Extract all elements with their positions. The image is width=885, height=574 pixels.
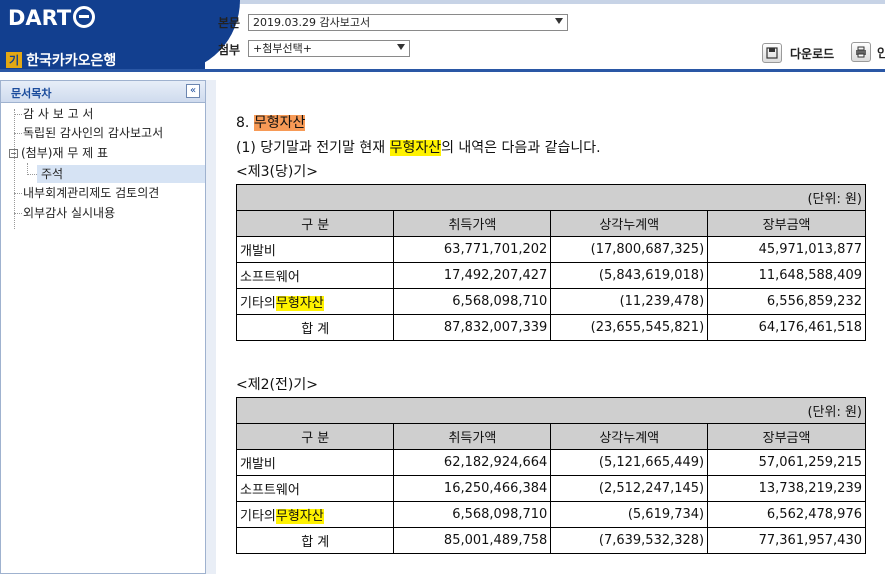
- search-highlight: 무형자산: [275, 296, 324, 311]
- toc-header: 문서목차 «: [1, 81, 205, 103]
- table-cell: 62,182,924,664: [393, 449, 552, 476]
- table-cell: 6,556,859,232: [707, 288, 866, 315]
- dart-logo-icon: [73, 6, 96, 28]
- row-label: 소프트웨어: [235, 475, 395, 502]
- table-cell: (5,121,665,449): [550, 449, 709, 476]
- table-row: 기타의무형자산 6,568,098,710 (5,619,734) 6,562,…: [235, 501, 866, 528]
- intangible-assets-table-prior: (단위: 원) 구 분 취득가액 상각누계액 장부금액 개발비 62,182,9…: [235, 397, 866, 554]
- print-button[interactable]: 인: [851, 42, 885, 62]
- chevron-down-icon: [397, 44, 405, 50]
- total-row: 합 계 87,832,007,339 (23,655,545,821) 64,1…: [235, 314, 866, 341]
- table-cell: 64,176,461,518: [707, 314, 866, 341]
- toc-title: 문서목차: [11, 87, 52, 100]
- table-cell: (11,239,478): [550, 288, 709, 315]
- table-cell: 13,738,219,239: [707, 475, 866, 502]
- table-row: 소프트웨어 16,250,466,384 (2,512,247,145) 13,…: [235, 475, 866, 502]
- toc-item-independent-auditor-report[interactable]: 독립된 감사인의 감사보고서: [23, 124, 163, 142]
- row-label: 기타의무형자산: [235, 501, 395, 528]
- row-label: 개발비: [235, 449, 395, 476]
- table-row: 개발비 62,182,924,664 (5,121,665,449) 57,06…: [235, 449, 866, 476]
- table-cell: (23,655,545,821): [550, 314, 709, 341]
- collapse-tree-icon[interactable]: −: [9, 149, 18, 158]
- table-cell: (2,512,247,145): [550, 475, 709, 502]
- toc-item-internal-control-review[interactable]: 내부회계관리제도 검토의견: [23, 184, 159, 202]
- attach-select[interactable]: +첨부선택+: [248, 40, 410, 57]
- download-label: 다운로드: [790, 46, 835, 61]
- column-header: 장부금액: [707, 423, 866, 450]
- intro-paragraph: (1) 당기말과 전기말 현재 무형자산의 내역은 다음과 같습니다.: [236, 140, 601, 156]
- table-cell: 11,648,588,409: [707, 262, 866, 289]
- company-tag: 기: [6, 52, 23, 68]
- search-highlight: 무형자산: [389, 140, 442, 156]
- column-header: 상각누계액: [550, 423, 709, 450]
- table-row: 기타의무형자산 6,568,098,710 (11,239,478) 6,556…: [235, 288, 866, 315]
- dart-logo[interactable]: DART: [8, 6, 96, 30]
- toc-item-external-audit[interactable]: 외부감사 실시내용: [23, 204, 115, 222]
- table-cell: (17,800,687,325): [550, 236, 709, 263]
- header: DART 기 한국카카오은행 본문 2019.03.29 감사보고서 첨부 +첨부…: [0, 0, 885, 72]
- section-heading: 8. 무형자산: [236, 115, 306, 131]
- section-title-highlight: 무형자산: [253, 115, 306, 131]
- table-cell: 17,492,207,427: [393, 262, 552, 289]
- toc-sidebar: 문서목차 « 감 사 보 고 서 독립된 감사인의 감사보고서 − (첨부)재 무…: [0, 80, 206, 574]
- print-icon: [851, 42, 871, 62]
- table-cell: 6,562,478,976: [707, 501, 866, 528]
- table-cell: 6,568,098,710: [393, 288, 552, 315]
- table-cell: (5,619,734): [550, 501, 709, 528]
- download-icon: [762, 43, 782, 63]
- column-header: 취득가액: [393, 210, 552, 237]
- column-header: 취득가액: [393, 423, 552, 450]
- unit-label: (단위: 원): [236, 397, 866, 424]
- attach-label: 첨부: [218, 43, 241, 57]
- unit-label: (단위: 원): [236, 184, 866, 211]
- intangible-assets-table-current: (단위: 원) 구 분 취득가액 상각누계액 장부금액 개발비 63,771,7…: [235, 184, 866, 341]
- table-title-prior: <제2(전)기>: [236, 377, 318, 393]
- row-label: 기타의무형자산: [235, 288, 395, 315]
- table-cell: 16,250,466,384: [393, 475, 552, 502]
- main-doc-label: 본문: [218, 16, 241, 30]
- header-top-line: [205, 0, 885, 4]
- company-name: 기 한국카카오은행: [6, 50, 116, 70]
- header-bottom-line: [0, 69, 885, 72]
- table-cell: 77,361,957,430: [707, 527, 866, 554]
- chevron-down-icon: [555, 18, 563, 24]
- search-highlight: 무형자산: [275, 509, 324, 524]
- table-cell: 63,771,701,202: [393, 236, 552, 263]
- row-label: 개발비: [235, 236, 395, 263]
- table-cell: (5,843,619,018): [550, 262, 709, 289]
- table-cell: 87,832,007,339: [393, 314, 552, 341]
- toc-item-audit-report[interactable]: 감 사 보 고 서: [23, 105, 93, 123]
- table-cell: 45,971,013,877: [707, 236, 866, 263]
- pane-splitter[interactable]: [206, 80, 216, 574]
- table-title-current: <제3(당)기>: [236, 164, 318, 180]
- table-row: 소프트웨어 17,492,207,427 (5,843,619,018) 11,…: [235, 262, 866, 289]
- print-label: 인: [877, 45, 885, 60]
- column-header: 구 분: [235, 210, 395, 237]
- table-cell: (7,639,532,328): [550, 527, 709, 554]
- column-header: 장부금액: [707, 210, 866, 237]
- column-header: 상각누계액: [550, 210, 709, 237]
- dart-viewer: DART 기 한국카카오은행 본문 2019.03.29 감사보고서 첨부 +첨부…: [0, 0, 885, 574]
- total-label: 합 계: [235, 527, 395, 554]
- main-doc-select[interactable]: 2019.03.29 감사보고서: [248, 14, 568, 31]
- document-content: 8. 무형자산 (1) 당기말과 전기말 현재 무형자산의 내역은 다음과 같습…: [216, 80, 885, 574]
- column-header: 구 분: [235, 423, 395, 450]
- download-button[interactable]: 다운로드: [762, 42, 834, 64]
- collapse-icon[interactable]: «: [186, 84, 200, 98]
- total-label: 합 계: [235, 314, 395, 341]
- total-row: 합 계 85,001,489,758 (7,639,532,328) 77,36…: [235, 527, 866, 554]
- row-label: 소프트웨어: [235, 262, 395, 289]
- table-cell: 6,568,098,710: [393, 501, 552, 528]
- table-cell: 57,061,259,215: [707, 449, 866, 476]
- toc-item-notes[interactable]: 주석: [37, 165, 205, 183]
- table-cell: 85,001,489,758: [393, 527, 552, 554]
- table-row: 개발비 63,771,701,202 (17,800,687,325) 45,9…: [235, 236, 866, 263]
- toc-item-financial-statements[interactable]: − (첨부)재 무 제 표: [9, 144, 108, 162]
